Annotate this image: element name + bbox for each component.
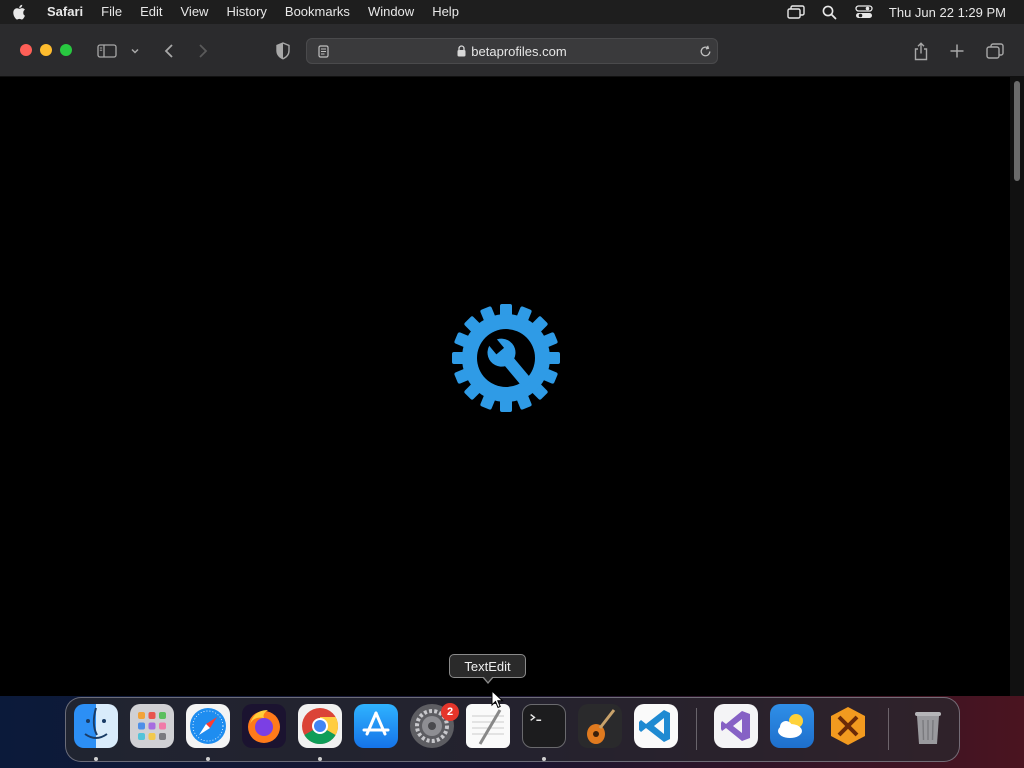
menu-window[interactable]: Window [359,0,423,24]
forward-chevron-icon[interactable] [190,38,216,64]
vertical-scrollbar[interactable] [1010,77,1024,696]
zoom-window-button[interactable] [60,44,72,56]
web-content [0,77,1010,696]
dock-tooltip: TextEdit [449,654,526,678]
safari-window: betaprofiles.com [0,24,1024,696]
menu-edit[interactable]: Edit [131,0,171,24]
trash-icon[interactable] [906,704,950,748]
new-tab-plus-icon[interactable] [944,38,970,64]
menu-app-name[interactable]: Safari [38,0,92,24]
menu-bookmarks[interactable]: Bookmarks [276,0,359,24]
privacy-shield-icon[interactable] [270,38,296,64]
lock-icon [457,45,466,57]
garageband-icon[interactable] [578,704,622,748]
sidebar-toggle-icon[interactable] [94,38,120,64]
apple-menu-icon[interactable] [0,4,38,20]
textedit-icon[interactable] [466,704,510,748]
minimize-window-button[interactable] [40,44,52,56]
address-bar[interactable]: betaprofiles.com [306,38,718,64]
dock [65,697,960,762]
control-center-icon[interactable] [847,0,881,24]
safari-icon[interactable] [186,704,230,748]
close-window-button[interactable] [20,44,32,56]
menu-bar: Safari File Edit View History Bookmarks … [0,0,1024,24]
tab-group-chevron-down-icon[interactable] [123,38,147,64]
finder-icon[interactable] [74,704,118,748]
safari-toolbar: betaprofiles.com [0,24,1024,77]
tooltip-arrow-inner [483,676,493,682]
mouse-cursor-icon [491,690,504,709]
weather-icon[interactable] [770,704,814,748]
share-icon[interactable] [908,38,934,64]
finder-running-indicator [94,757,98,761]
settings-gear-wrench-icon [452,304,560,412]
tab-overview-icon[interactable] [982,38,1008,64]
terminal-running-indicator [542,757,546,761]
menu-history[interactable]: History [217,0,275,24]
dock-separator [696,708,697,750]
reload-icon[interactable] [697,43,713,59]
chrome-icon[interactable] [298,704,342,748]
search-icon[interactable] [813,0,847,24]
notification-badge: 2 [441,703,459,721]
menu-file[interactable]: File [92,0,131,24]
launchpad-icon[interactable] [130,704,174,748]
visual-studio-icon[interactable] [714,704,758,748]
chrome-running-indicator [318,757,322,761]
dock-separator [888,708,889,750]
safari-running-indicator [206,757,210,761]
screen-mirroring-icon[interactable] [779,0,813,24]
firefox-icon[interactable] [242,704,286,748]
scrollbar-thumb[interactable] [1014,81,1020,181]
vscode-icon[interactable] [634,704,678,748]
back-chevron-icon[interactable] [156,38,182,64]
desktop: Safari File Edit View History Bookmarks … [0,0,1024,768]
crossover-icon[interactable] [826,704,870,748]
menu-clock[interactable]: Thu Jun 22 1:29 PM [881,5,1006,20]
url-text[interactable]: betaprofiles.com [471,44,566,59]
terminal-icon[interactable] [522,704,566,748]
menu-help[interactable]: Help [423,0,468,24]
app-store-icon[interactable] [354,704,398,748]
menu-view[interactable]: View [172,0,218,24]
